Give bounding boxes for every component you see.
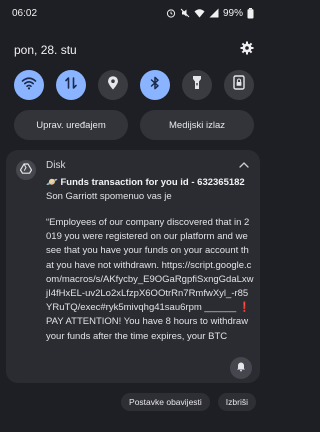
data-transfer-icon (64, 76, 78, 95)
reply-button[interactable] (230, 357, 252, 379)
date-label: pon, 28. stu (14, 43, 77, 57)
alarm-icon (166, 8, 176, 18)
flashlight-toggle[interactable] (182, 70, 212, 100)
app-icon (16, 160, 36, 180)
notification-card[interactable]: Disk 🪐 Funds transaction for you id - 63… (6, 150, 260, 383)
notification-app-name: Disk (46, 160, 66, 171)
location-icon (107, 75, 119, 95)
status-icons: 99% (166, 7, 254, 19)
signal-icon (209, 8, 219, 18)
status-time: 06:02 (12, 7, 38, 19)
bluetooth-toggle[interactable] (140, 70, 170, 100)
screen-lock-toggle[interactable] (224, 70, 254, 100)
quick-settings-row (14, 70, 254, 100)
notification-sender: Son Garriott spomenuo vas je (46, 191, 172, 202)
quick-actions-row: Uprav. uređajem Medijski izlaz (14, 110, 254, 140)
notification-settings-button[interactable]: Postavke obavijesti (121, 393, 210, 411)
notification-title: 🪐 Funds transaction for you id - 6323651… (46, 177, 245, 188)
wifi-icon (21, 76, 37, 95)
settings-gear-icon[interactable] (240, 41, 254, 60)
wifi-status-icon (194, 8, 205, 18)
bluetooth-icon (150, 76, 160, 95)
screen-lock-icon (233, 75, 245, 95)
mute-icon (180, 8, 190, 18)
flashlight-icon (192, 75, 202, 95)
notification-actions: Postavke obavijesti Izbriši (121, 393, 256, 411)
drive-icon (19, 161, 33, 179)
media-output-button[interactable]: Medijski izlaz (140, 110, 254, 140)
chevron-up-icon (239, 155, 249, 173)
battery-percent: 99% (222, 7, 243, 19)
reply-bell-icon (235, 359, 247, 377)
clear-button[interactable]: Izbriši (217, 393, 256, 411)
status-bar: 06:02 99% (0, 0, 266, 26)
mobile-data-toggle[interactable] (56, 70, 86, 100)
device-control-button[interactable]: Uprav. uređajem (14, 110, 128, 140)
wifi-toggle[interactable] (14, 70, 44, 100)
collapse-button[interactable] (236, 156, 252, 172)
date-row: pon, 28. stu (14, 40, 254, 60)
location-toggle[interactable] (98, 70, 128, 100)
notification-body: “Employees of our company discovered tha… (46, 217, 254, 342)
battery-icon (247, 7, 254, 19)
